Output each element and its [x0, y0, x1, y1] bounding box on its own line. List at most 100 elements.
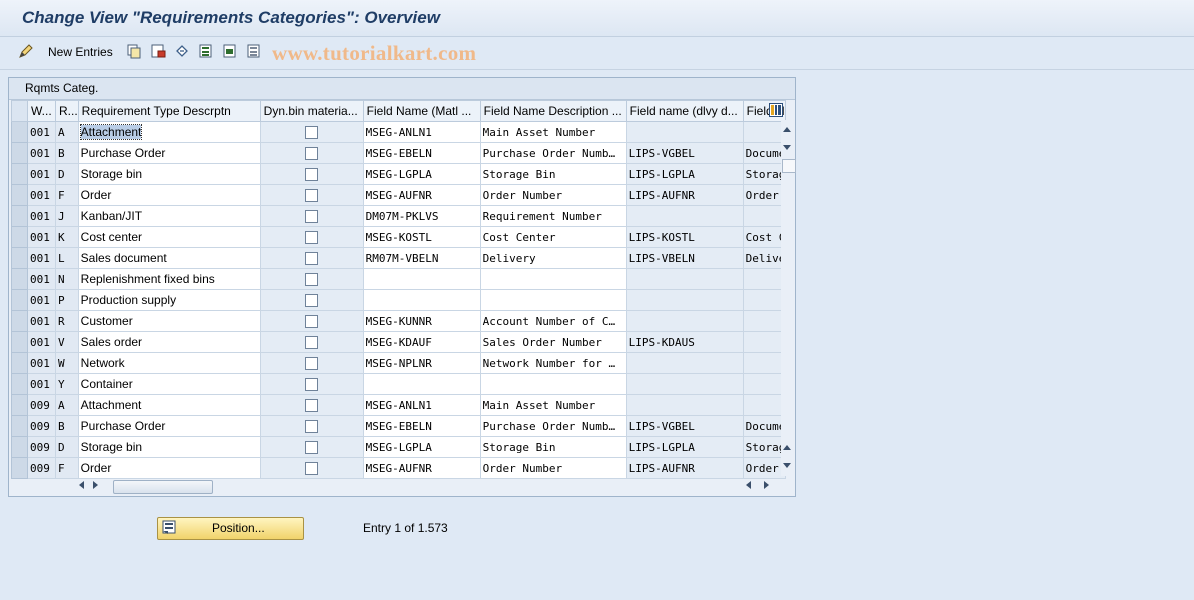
field-n-cell[interactable]: Storag	[742, 163, 787, 185]
field-n-cell[interactable]	[742, 268, 787, 290]
field-name-matl-field[interactable]	[362, 268, 481, 290]
requirement-type-description-field[interactable]: Storage bin	[77, 436, 261, 458]
requirement-type-description-field[interactable]: Order	[77, 184, 261, 206]
field-name-matl-field[interactable]	[362, 373, 481, 395]
field-name-dlvy-field[interactable]: LIPS-VGBEL	[625, 142, 744, 164]
field-name-matl-field[interactable]	[362, 289, 481, 311]
field-name-description-field[interactable]: Order Number	[479, 457, 627, 479]
field-n-cell[interactable]	[742, 205, 787, 227]
field-name-description-field[interactable]: Requirement Number	[479, 205, 627, 227]
requirement-type-description-field[interactable]: Attachment	[77, 121, 261, 143]
horizontal-scroll-thumb[interactable]	[113, 480, 213, 494]
field-n-cell[interactable]: Order	[742, 457, 787, 479]
field-name-description-field[interactable]: Sales Order Number	[479, 331, 627, 353]
select-all-rows-cell[interactable]	[11, 100, 28, 122]
field-name-dlvy-field[interactable]	[625, 268, 744, 290]
field-name-dlvy-field[interactable]	[625, 289, 744, 311]
field-n-cell[interactable]: Order	[742, 184, 787, 206]
scroll-right-icon[interactable]	[93, 481, 98, 489]
dyn-bin-material-checkbox[interactable]	[305, 231, 319, 244]
dyn-bin-material-checkbox[interactable]	[305, 273, 319, 286]
requirement-type-description-field[interactable]: Kanban/JIT	[77, 205, 261, 227]
dyn-bin-material-checkbox[interactable]	[305, 420, 319, 433]
field-name-description-field[interactable]: Network Number for …	[479, 352, 627, 374]
dyn-bin-material-checkbox[interactable]	[305, 462, 319, 475]
column-config-icon[interactable]	[769, 103, 784, 117]
field-name-matl-field[interactable]: MSEG-AUFNR	[362, 184, 481, 206]
field-name-dlvy-field[interactable]: LIPS-AUFNR	[625, 184, 744, 206]
deselect-all-icon[interactable]	[246, 43, 262, 59]
select-all-icon[interactable]	[198, 43, 214, 59]
scroll-right-end-icon[interactable]	[764, 481, 769, 489]
row-selector[interactable]	[11, 247, 28, 269]
row-selector[interactable]	[11, 121, 28, 143]
field-name-description-field[interactable]: Storage Bin	[479, 163, 627, 185]
dyn-bin-material-checkbox[interactable]	[305, 189, 319, 202]
dyn-bin-material-checkbox[interactable]	[305, 315, 319, 328]
undo-change-icon[interactable]	[174, 43, 190, 59]
row-selector[interactable]	[11, 268, 28, 290]
field-n-cell[interactable]: Cost C	[742, 226, 787, 248]
column-header-requirement-type-description[interactable]: Requirement Type Descrptn	[77, 100, 261, 122]
field-name-description-field[interactable]: Account Number of C…	[479, 310, 627, 332]
vertical-scrollbar[interactable]	[781, 120, 796, 476]
field-name-description-field[interactable]: Cost Center	[479, 226, 627, 248]
field-name-description-field[interactable]: Order Number	[479, 184, 627, 206]
dyn-bin-material-checkbox[interactable]	[305, 210, 319, 223]
field-name-matl-field[interactable]: MSEG-LGPLA	[362, 163, 481, 185]
field-name-dlvy-field[interactable]: LIPS-LGPLA	[625, 163, 744, 185]
field-name-dlvy-field[interactable]: LIPS-AUFNR	[625, 457, 744, 479]
field-n-cell[interactable]: Docume	[742, 415, 787, 437]
field-name-description-field[interactable]: Purchase Order Numb…	[479, 142, 627, 164]
scroll-up-page-icon[interactable]	[783, 445, 791, 450]
requirement-type-description-field[interactable]: Purchase Order	[77, 415, 261, 437]
field-name-matl-field[interactable]: MSEG-AUFNR	[362, 457, 481, 479]
requirement-type-description-field[interactable]: Storage bin	[77, 163, 261, 185]
row-selector[interactable]	[11, 352, 28, 374]
field-n-cell[interactable]	[742, 352, 787, 374]
column-header-req-category[interactable]: R...	[55, 100, 79, 122]
scroll-down-icon[interactable]	[783, 463, 791, 468]
vertical-scroll-thumb[interactable]	[782, 159, 796, 173]
field-n-cell[interactable]	[742, 310, 787, 332]
row-selector[interactable]	[11, 142, 28, 164]
dyn-bin-material-checkbox[interactable]	[305, 252, 319, 265]
position-button[interactable]: Position...	[157, 517, 304, 540]
field-name-description-field[interactable]: Main Asset Number	[479, 121, 627, 143]
row-selector[interactable]	[11, 184, 28, 206]
field-name-matl-field[interactable]: MSEG-KOSTL	[362, 226, 481, 248]
field-name-matl-field[interactable]: MSEG-NPLNR	[362, 352, 481, 374]
field-name-dlvy-field[interactable]	[625, 121, 744, 143]
field-n-cell[interactable]	[742, 331, 787, 353]
new-entries-button[interactable]: New Entries	[48, 45, 113, 59]
scroll-up-icon[interactable]	[783, 127, 791, 132]
requirement-type-description-field[interactable]: Sales order	[77, 331, 261, 353]
field-name-description-field[interactable]	[479, 289, 627, 311]
field-name-matl-field[interactable]: DM07M-PKLVS	[362, 205, 481, 227]
field-n-cell[interactable]: Storag	[742, 436, 787, 458]
field-name-dlvy-field[interactable]	[625, 394, 744, 416]
row-selector[interactable]	[11, 436, 28, 458]
field-name-dlvy-field[interactable]	[625, 352, 744, 374]
dyn-bin-material-checkbox[interactable]	[305, 441, 319, 454]
dyn-bin-material-checkbox[interactable]	[305, 336, 319, 349]
field-name-matl-field[interactable]: MSEG-EBELN	[362, 142, 481, 164]
column-header-dyn-bin-material[interactable]: Dyn.bin materia...	[259, 100, 364, 122]
field-name-dlvy-field[interactable]: LIPS-KOSTL	[625, 226, 744, 248]
requirement-type-description-field[interactable]: Order	[77, 457, 261, 479]
row-selector[interactable]	[11, 289, 28, 311]
display-change-icon[interactable]	[18, 43, 34, 59]
field-name-matl-field[interactable]: MSEG-KUNNR	[362, 310, 481, 332]
field-name-description-field[interactable]: Storage Bin	[479, 436, 627, 458]
field-n-cell[interactable]	[742, 289, 787, 311]
column-header-field-n[interactable]: Field N	[742, 100, 787, 122]
delete-icon[interactable]	[150, 43, 166, 59]
field-name-dlvy-field[interactable]: LIPS-LGPLA	[625, 436, 744, 458]
field-name-dlvy-field[interactable]	[625, 205, 744, 227]
field-name-description-field[interactable]: Purchase Order Numb…	[479, 415, 627, 437]
row-selector[interactable]	[11, 163, 28, 185]
field-name-description-field[interactable]	[479, 268, 627, 290]
row-selector[interactable]	[11, 415, 28, 437]
scroll-left-end-icon[interactable]	[746, 481, 751, 489]
row-selector[interactable]	[11, 331, 28, 353]
